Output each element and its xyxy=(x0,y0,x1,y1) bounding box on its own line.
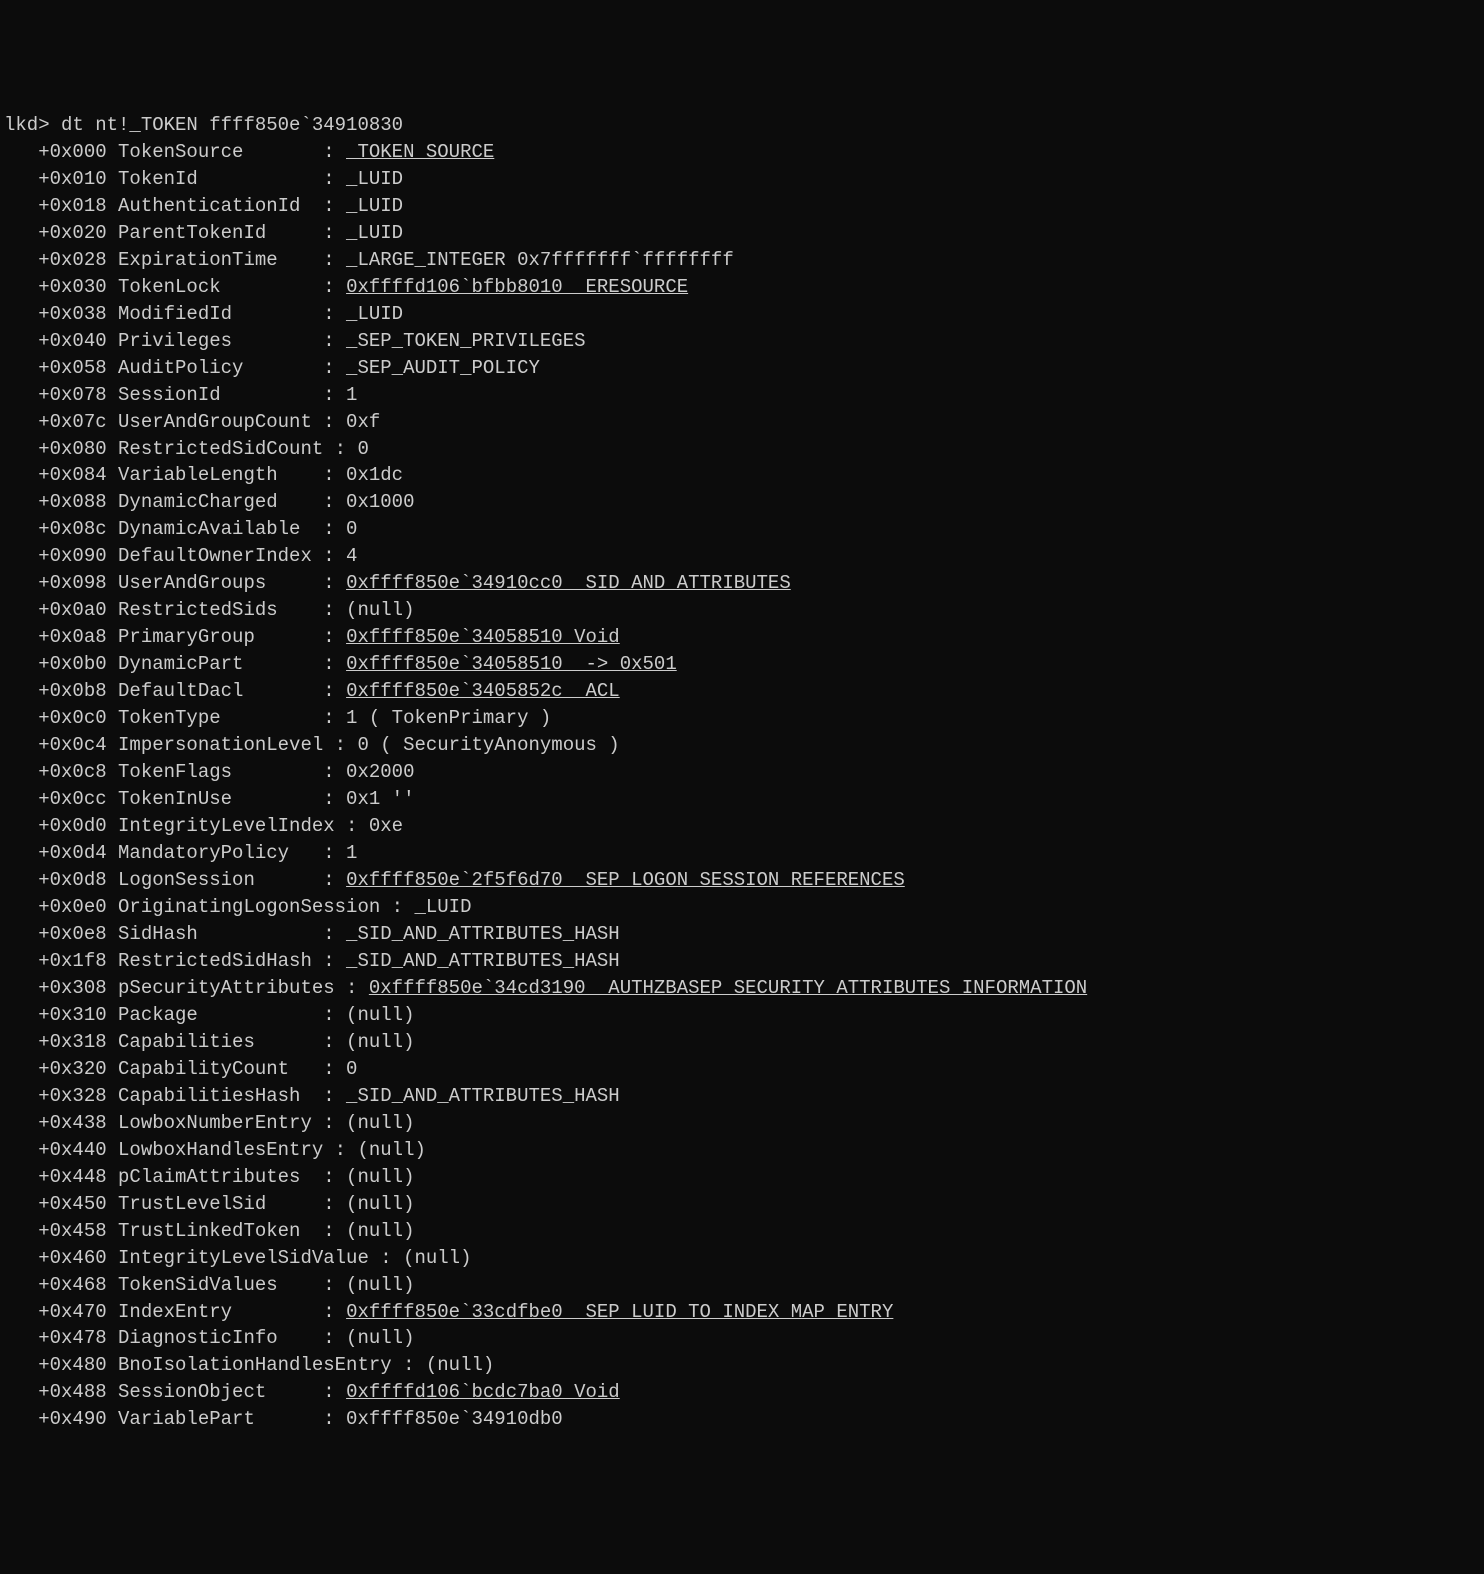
struct-value-link[interactable]: 0xffff850e`34058510 Void xyxy=(346,626,620,648)
struct-value-link[interactable]: 0xffffd106`bcdc7ba0 Void xyxy=(346,1381,620,1403)
struct-value-link[interactable]: 0xffffd106`bfbb8010 _ERESOURCE xyxy=(346,276,688,298)
struct-value-link[interactable]: _TOKEN_SOURCE xyxy=(346,141,494,163)
struct-value-link[interactable]: 0xffff850e`33cdfbe0 _SEP_LUID_TO_INDEX_M… xyxy=(346,1301,893,1323)
struct-fields: +0x000 TokenSource : _TOKEN_SOURCE +0x01… xyxy=(4,139,1480,1434)
struct-value-link[interactable]: 0xffff850e`34cd3190 _AUTHZBASEP_SECURITY… xyxy=(369,977,1087,999)
command-prompt: lkd> dt nt!_TOKEN ffff850e`34910830 xyxy=(4,114,403,136)
struct-value-link[interactable]: 0xffff850e`2f5f6d70 _SEP_LOGON_SESSION_R… xyxy=(346,869,905,891)
struct-value-link[interactable]: 0xffff850e`34910cc0 _SID_AND_ATTRIBUTES xyxy=(346,572,791,594)
struct-value-link[interactable]: 0xffff850e`34058510 -> 0x501 xyxy=(346,653,677,675)
debugger-output: lkd> dt nt!_TOKEN ffff850e`34910830 +0x0… xyxy=(4,112,1480,1433)
struct-value-link[interactable]: 0xffff850e`3405852c _ACL xyxy=(346,680,620,702)
